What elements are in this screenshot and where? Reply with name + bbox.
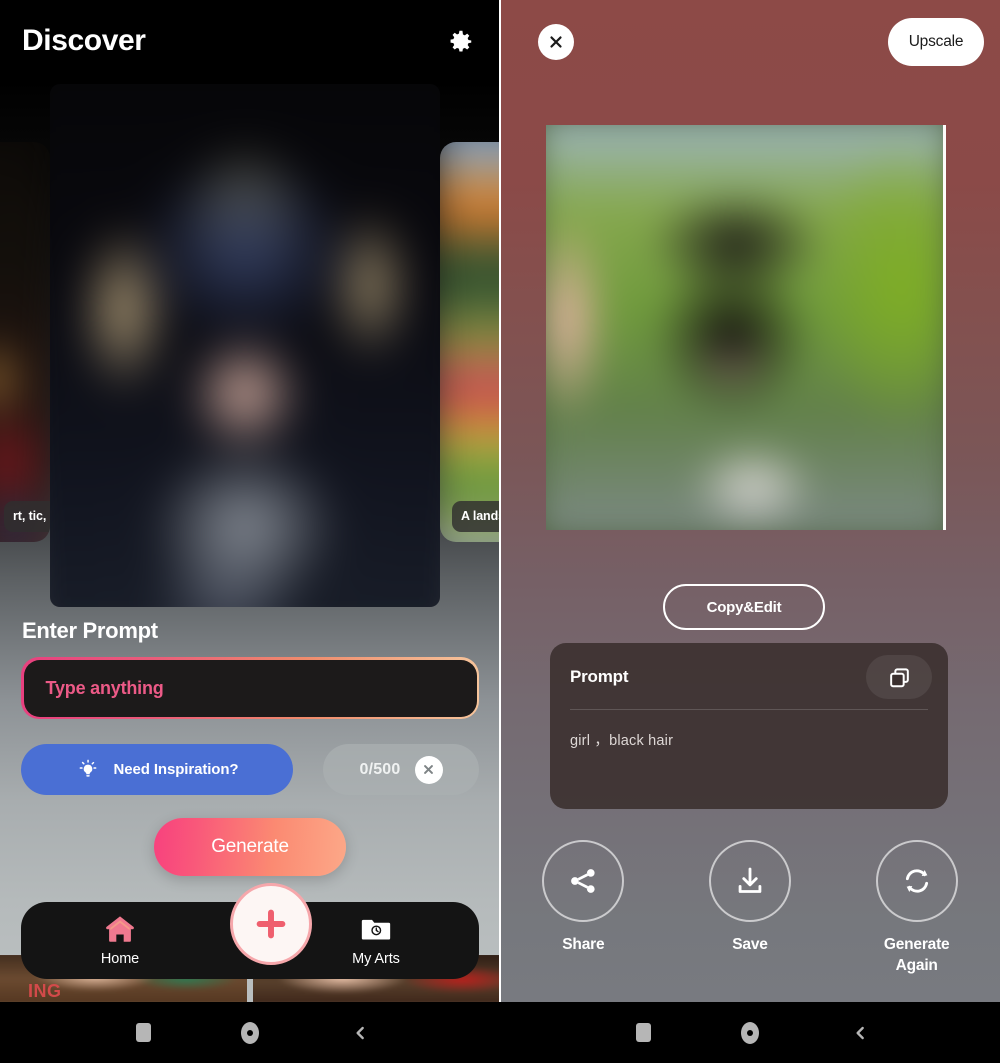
result-image[interactable] xyxy=(546,125,946,530)
generate-button-label: Generate xyxy=(211,836,289,857)
copy-icon xyxy=(889,667,909,687)
system-navbar-right xyxy=(500,1002,1000,1063)
character-counter-pill: 0/500 xyxy=(323,744,479,795)
plus-icon xyxy=(256,909,286,939)
generate-again-label: Generate Again xyxy=(883,936,950,974)
gallery-peek-label: ING xyxy=(28,981,62,1001)
tab-my-arts-label: My Arts xyxy=(352,951,400,967)
tab-home[interactable]: Home xyxy=(65,912,175,967)
circle-icon xyxy=(741,1021,759,1044)
share-action[interactable]: Share xyxy=(500,840,667,977)
nav-home-button[interactable] xyxy=(220,1002,280,1063)
circle-icon xyxy=(241,1021,259,1044)
generate-button[interactable]: Generate xyxy=(154,818,346,876)
character-counter: 0/500 xyxy=(359,760,401,778)
carousel-card-previous[interactable]: rt, tic, xyxy=(0,142,50,542)
nav-home-button[interactable] xyxy=(720,1002,780,1063)
nav-back-button[interactable] xyxy=(330,1002,390,1063)
artwork-thumbnail xyxy=(440,142,500,542)
save-button[interactable] xyxy=(709,840,791,922)
discover-carousel[interactable]: rt, tic, A lands ground xyxy=(0,84,500,607)
left-panel-discover: rt, tic, A lands ground Discover xyxy=(0,0,500,1002)
result-actions-row: Share Save Generate Again xyxy=(500,840,1000,977)
generate-again-action[interactable]: Generate Again xyxy=(833,840,1000,977)
save-label: Save xyxy=(732,936,768,953)
download-icon xyxy=(738,867,762,893)
enter-prompt-label: Enter Prompt xyxy=(22,618,158,643)
generated-artwork xyxy=(546,125,943,530)
upscale-button[interactable]: Upscale xyxy=(888,18,984,66)
copy-and-edit-label: Copy&Edit xyxy=(706,598,782,616)
artwork-thumbnail xyxy=(50,84,440,607)
tab-home-label: Home xyxy=(100,951,140,967)
chevron-left-icon xyxy=(356,1026,364,1039)
copy-prompt-button[interactable] xyxy=(866,655,932,699)
panel-divider xyxy=(499,0,501,1002)
share-button[interactable] xyxy=(542,840,625,922)
save-action[interactable]: Save xyxy=(667,840,834,977)
generate-again-button[interactable] xyxy=(875,840,958,922)
create-button[interactable] xyxy=(230,883,312,965)
nav-recents-button[interactable] xyxy=(613,1002,673,1063)
need-inspiration-label: Need Inspiration? xyxy=(113,761,239,778)
chevron-left-icon xyxy=(856,1026,864,1039)
card-caption: rt, tic, xyxy=(4,501,50,532)
settings-button[interactable] xyxy=(437,19,483,65)
square-icon xyxy=(635,1023,651,1042)
prompt-card-text: girl ，black hair xyxy=(570,733,674,749)
system-navbar-left xyxy=(0,1002,500,1063)
carousel-card-next[interactable]: A lands ground xyxy=(440,142,500,542)
prompt-input-placeholder: Type anything xyxy=(45,677,164,698)
close-circle-icon xyxy=(424,765,433,774)
copy-and-edit-button[interactable]: Copy&Edit xyxy=(663,584,825,630)
nav-recents-button[interactable] xyxy=(113,1002,173,1063)
share-icon xyxy=(571,869,595,893)
folder-clock-icon xyxy=(361,919,391,940)
prompt-input-wrapper[interactable]: Type anything xyxy=(21,657,479,719)
screenshot-root: rt, tic, A lands ground Discover xyxy=(0,0,1000,1063)
square-icon xyxy=(135,1023,151,1042)
home-icon xyxy=(106,916,134,942)
carousel-card-active[interactable] xyxy=(50,84,440,607)
prompt-card: Prompt girl ，black hair xyxy=(550,643,948,809)
prompt-card-divider xyxy=(570,709,928,710)
lightbulb-icon xyxy=(79,759,96,777)
tab-my-arts[interactable]: My Arts xyxy=(321,912,431,967)
nav-back-button[interactable] xyxy=(830,1002,890,1063)
right-panel-result: Upscale Copy&Edit Prompt girl ，black hai… xyxy=(500,0,1000,1002)
gear-icon xyxy=(450,30,472,52)
share-label: Share xyxy=(562,936,605,953)
artwork-thumbnail xyxy=(0,142,50,542)
prompt-card-title: Prompt xyxy=(570,667,629,686)
page-title: Discover xyxy=(22,24,146,57)
discover-header: Discover xyxy=(0,0,500,84)
upscale-button-label: Upscale xyxy=(908,33,964,50)
clear-prompt-button[interactable] xyxy=(414,755,443,784)
close-icon xyxy=(550,36,562,48)
prompt-input-inner[interactable]: Type anything xyxy=(23,659,477,717)
refresh-icon xyxy=(905,869,928,893)
card-caption: A lands ground xyxy=(452,501,500,532)
bottom-tabbar: Home My Arts xyxy=(21,883,479,979)
close-button[interactable] xyxy=(538,24,574,60)
need-inspiration-button[interactable]: Need Inspiration? xyxy=(21,744,293,795)
